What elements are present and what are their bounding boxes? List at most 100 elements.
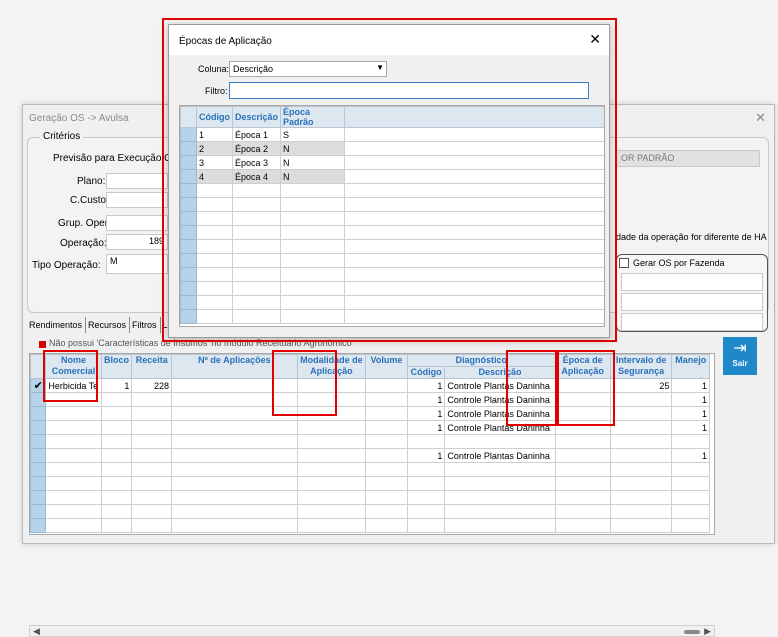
cell-n-aplicacoes[interactable]: [171, 392, 298, 407]
col-manejo[interactable]: Manejo: [671, 354, 710, 379]
cell-manejo[interactable]: [671, 434, 710, 449]
fazenda-field-1[interactable]: [621, 273, 763, 291]
col-diag-codigo[interactable]: Código: [406, 366, 446, 379]
row-indicator[interactable]: [30, 490, 47, 505]
cell-volume[interactable]: [365, 434, 408, 449]
scroll-left-icon[interactable]: ◀: [33, 626, 40, 637]
list-item[interactable]: 1 Época 1S: [180, 127, 604, 142]
sair-button[interactable]: ⇥ Sair: [723, 337, 757, 375]
scroll-right-icon[interactable]: ▶: [704, 626, 711, 637]
row-indicator[interactable]: [180, 141, 197, 156]
cell-diag-codigo[interactable]: 1: [406, 448, 446, 463]
cell-codigo[interactable]: 2: [196, 141, 233, 156]
cell-volume[interactable]: [365, 490, 408, 505]
cell-bloco[interactable]: [100, 448, 133, 463]
cell-diag-descricao[interactable]: [444, 490, 556, 505]
cell-intervalo[interactable]: [609, 420, 673, 435]
cell-nome[interactable]: [45, 462, 102, 477]
cell-volume[interactable]: [365, 392, 408, 407]
cell-volume[interactable]: [365, 420, 408, 435]
col-volume[interactable]: Volume: [365, 354, 408, 379]
table-row[interactable]: 1 Controle Plantas Daninha 1: [30, 392, 710, 407]
cell-diag-descricao[interactable]: [444, 476, 556, 491]
cell-receita[interactable]: [131, 476, 173, 491]
cell-intervalo[interactable]: [609, 476, 673, 491]
cell-bloco[interactable]: [100, 504, 133, 519]
cell-manejo[interactable]: [671, 490, 710, 505]
cell-intervalo[interactable]: 25: [609, 378, 673, 393]
cell-nome[interactable]: Herbicida Te: [45, 378, 102, 393]
cell-nome[interactable]: [45, 392, 102, 407]
cell-nome[interactable]: [45, 518, 102, 533]
cell-modalidade[interactable]: [296, 406, 367, 421]
cell-n-aplicacoes[interactable]: [171, 378, 298, 393]
cell-receita[interactable]: [131, 518, 173, 533]
horizontal-scrollbar[interactable]: ◀ ▶: [29, 625, 715, 637]
scroll-thumb[interactable]: [684, 630, 700, 634]
cell-receita[interactable]: [131, 420, 173, 435]
cell-volume[interactable]: [365, 448, 408, 463]
cell-epoca-padrao[interactable]: S: [280, 127, 345, 142]
cell-bloco[interactable]: 1: [100, 378, 133, 393]
cell-diag-descricao[interactable]: Controle Plantas Daninha: [444, 378, 556, 393]
cell-n-aplicacoes[interactable]: [171, 434, 298, 449]
cell-volume[interactable]: [365, 504, 408, 519]
cell-epoca[interactable]: [554, 504, 611, 519]
cell-manejo[interactable]: [671, 462, 710, 477]
filtro-input[interactable]: [229, 82, 589, 99]
cell-diag-descricao[interactable]: Controle Plantas Daninha: [444, 420, 556, 435]
cell-modalidade[interactable]: [296, 462, 367, 477]
cell-codigo[interactable]: 4: [196, 169, 233, 184]
list-item[interactable]: 2 Época 2N: [180, 141, 604, 156]
cell-epoca[interactable]: [554, 420, 611, 435]
cell-intervalo[interactable]: [609, 490, 673, 505]
cell-modalidade[interactable]: [296, 490, 367, 505]
cell-epoca[interactable]: [554, 490, 611, 505]
table-row[interactable]: [30, 490, 710, 505]
table-row[interactable]: [30, 518, 710, 533]
fazenda-field-3[interactable]: [621, 313, 763, 331]
cell-modalidade[interactable]: [296, 420, 367, 435]
cell-n-aplicacoes[interactable]: [171, 476, 298, 491]
cell-epoca-padrao[interactable]: N: [280, 169, 345, 184]
cell-n-aplicacoes[interactable]: [171, 448, 298, 463]
cell-nome[interactable]: [45, 504, 102, 519]
row-indicator[interactable]: [30, 476, 47, 491]
cell-manejo[interactable]: [671, 518, 710, 533]
plano-field[interactable]: [106, 173, 168, 189]
cell-codigo[interactable]: 1: [196, 127, 233, 142]
table-row[interactable]: 1 Controle Plantas Daninha 1: [30, 406, 710, 421]
col-descricao[interactable]: Descrição: [232, 106, 281, 128]
row-indicator[interactable]: [30, 434, 47, 449]
cell-nome[interactable]: [45, 448, 102, 463]
row-indicator[interactable]: [30, 420, 47, 435]
cell-nome[interactable]: [45, 434, 102, 449]
cell-modalidade[interactable]: [296, 434, 367, 449]
cell-n-aplicacoes[interactable]: [171, 504, 298, 519]
cell-modalidade[interactable]: [296, 448, 367, 463]
cell-diag-descricao[interactable]: [444, 434, 556, 449]
cell-diag-descricao[interactable]: [444, 504, 556, 519]
cell-bloco[interactable]: [100, 462, 133, 477]
cell-descricao[interactable]: Época 3: [232, 155, 281, 170]
cell-nome[interactable]: [45, 420, 102, 435]
col-bloco[interactable]: Bloco: [100, 354, 133, 379]
table-row[interactable]: ✔ Herbicida Te 1 228 1 Controle Plantas Danin…: [30, 378, 710, 393]
cell-codigo[interactable]: 3: [196, 155, 233, 170]
col-epoca-padrao[interactable]: Época Padrão: [280, 106, 345, 128]
ccusto-field[interactable]: [106, 192, 168, 208]
cell-manejo[interactable]: 1: [671, 378, 710, 393]
cell-bloco[interactable]: [100, 406, 133, 421]
row-indicator[interactable]: ✔: [30, 378, 47, 393]
cell-n-aplicacoes[interactable]: [171, 406, 298, 421]
cell-manejo[interactable]: [671, 476, 710, 491]
row-indicator[interactable]: [30, 448, 47, 463]
cell-volume[interactable]: [365, 462, 408, 477]
cell-intervalo[interactable]: [609, 434, 673, 449]
row-indicator[interactable]: [30, 406, 47, 421]
cell-modalidade[interactable]: [296, 504, 367, 519]
cell-diag-codigo[interactable]: [406, 490, 446, 505]
cell-nome[interactable]: [45, 476, 102, 491]
tab-filtros[interactable]: Filtros: [130, 317, 161, 333]
row-indicator[interactable]: [30, 392, 47, 407]
